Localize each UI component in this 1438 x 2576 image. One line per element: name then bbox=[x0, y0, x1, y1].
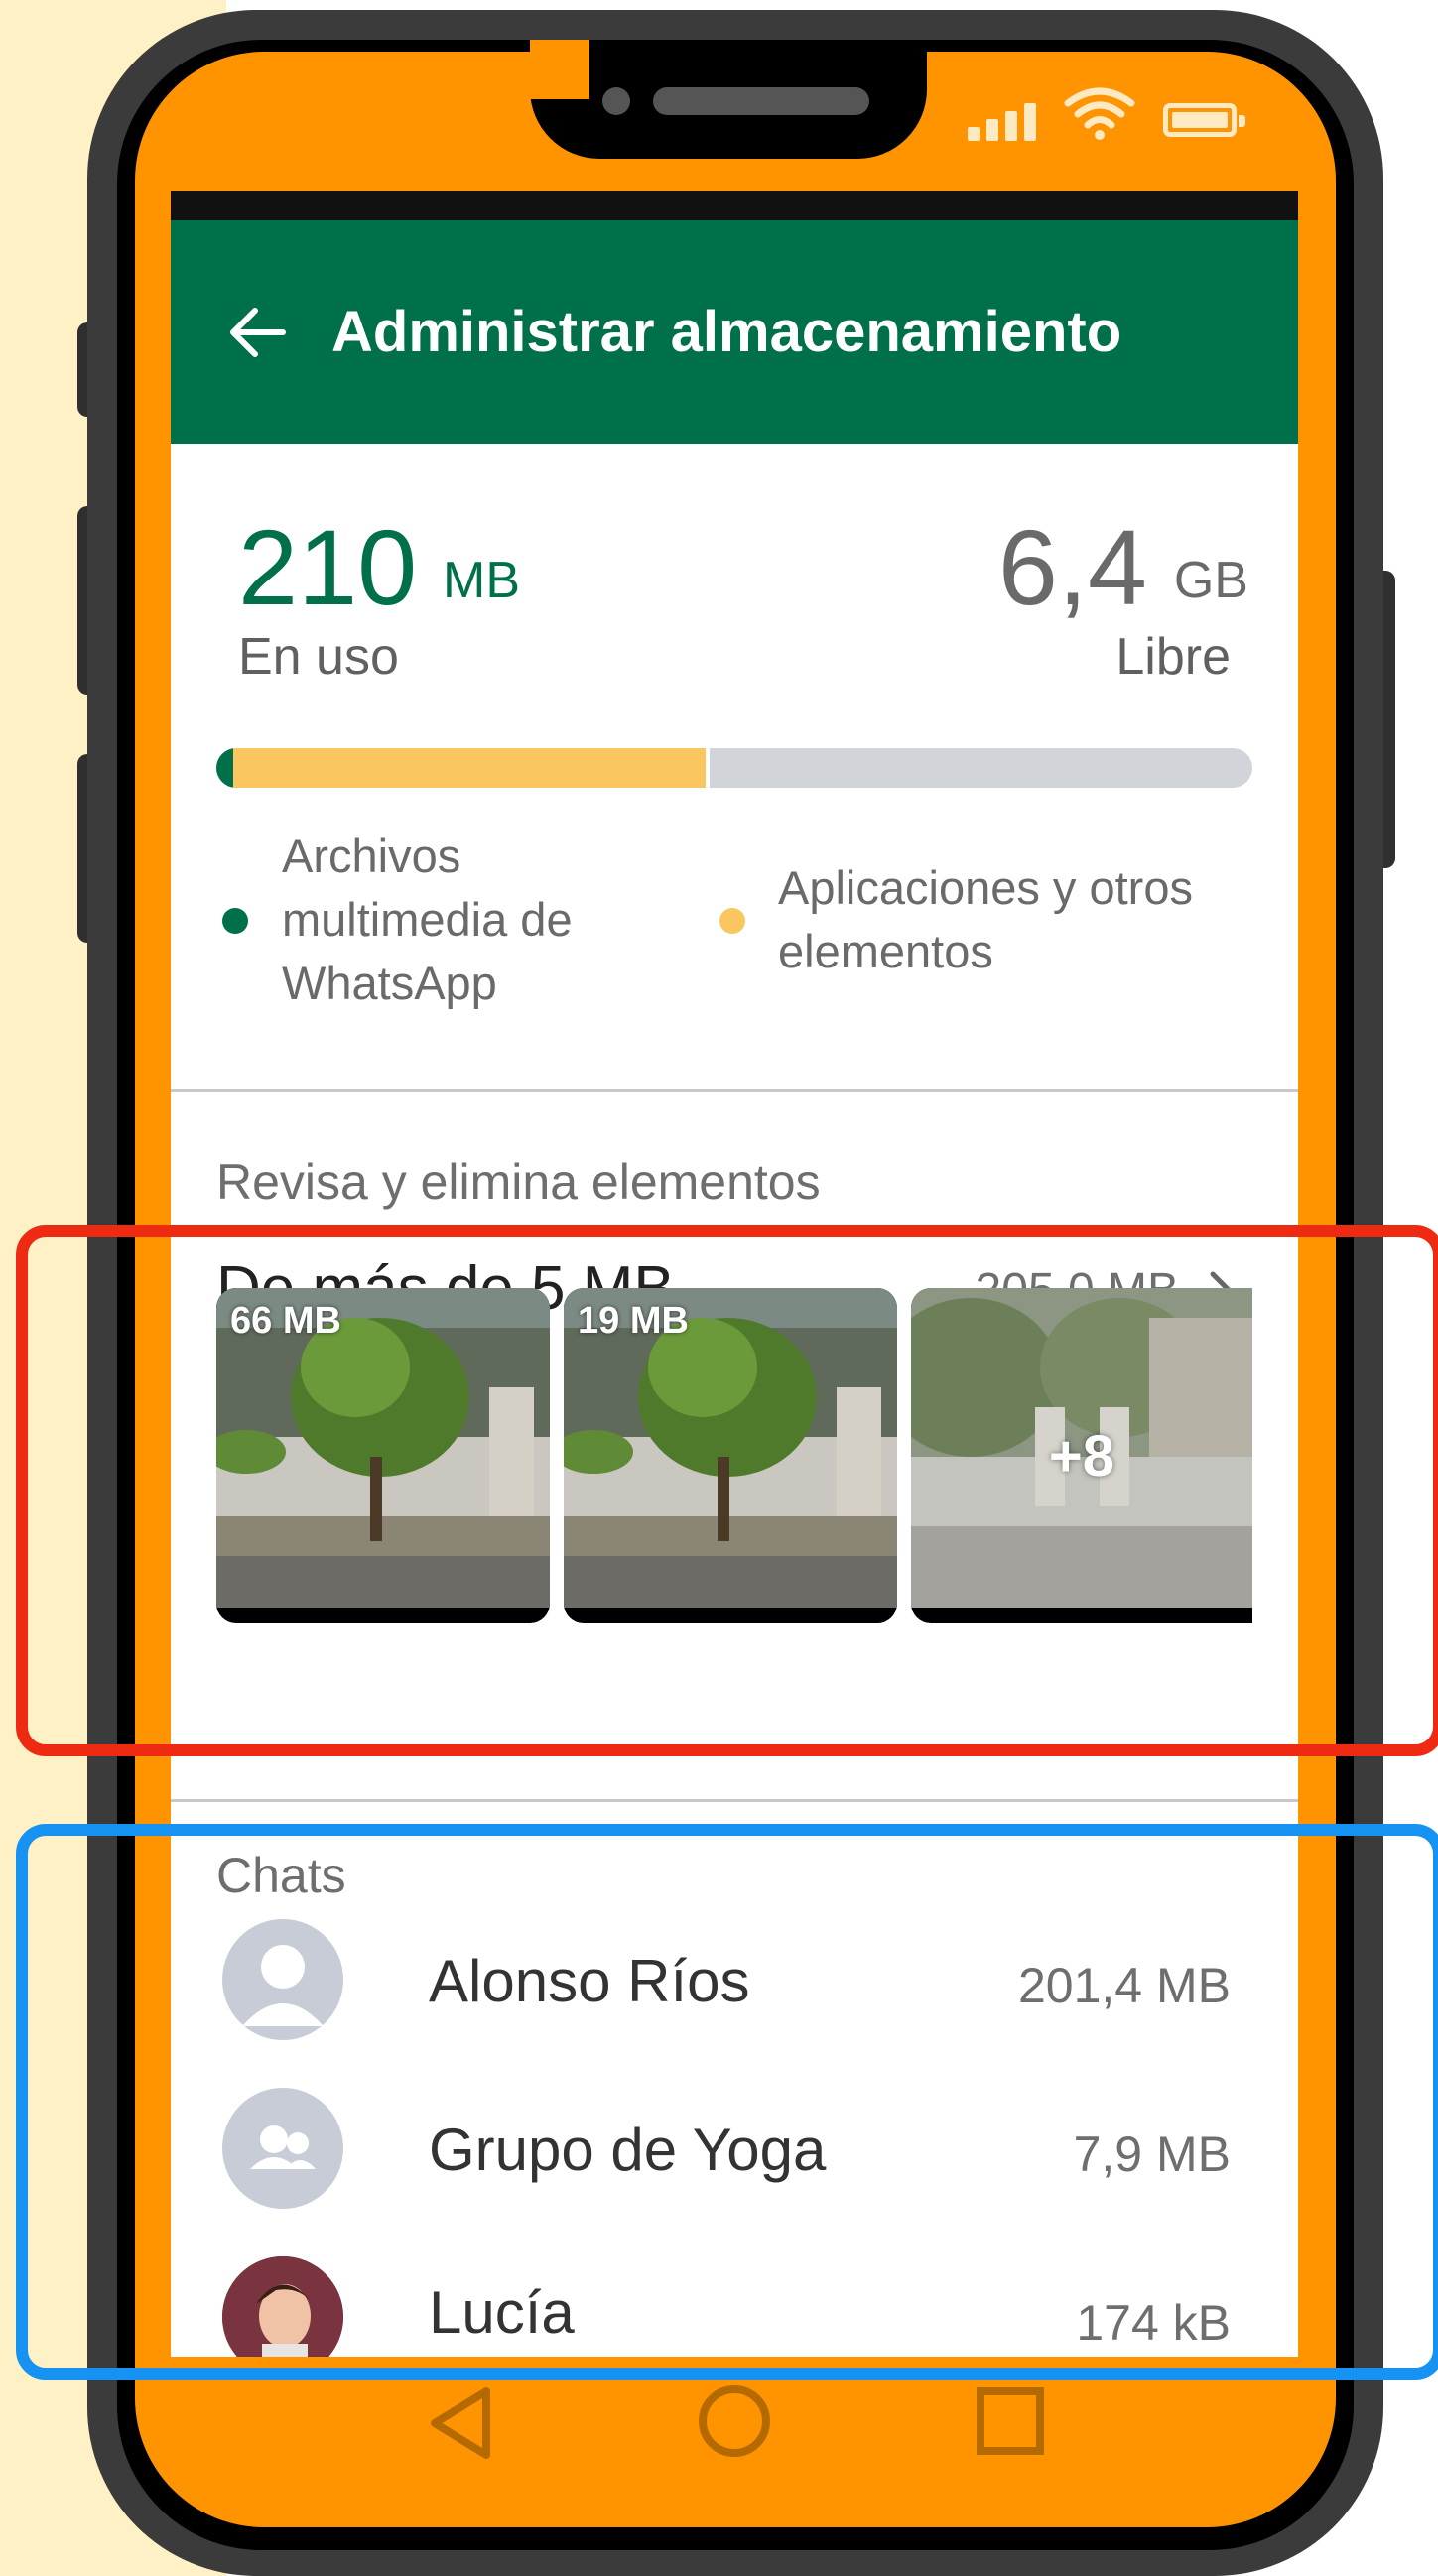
chat-name: Alonso Ríos bbox=[429, 1948, 750, 2014]
app-bar: Administrar almacenamiento bbox=[171, 220, 1298, 444]
section-label-chats: Chats bbox=[216, 1848, 346, 1903]
free-label: Libre bbox=[1115, 628, 1231, 686]
storage-bar bbox=[216, 748, 1252, 788]
chat-size: 7,9 MB bbox=[1073, 2126, 1231, 2182]
more-count: +8 bbox=[1048, 1423, 1115, 1488]
storage-bar-apps bbox=[232, 748, 710, 788]
storage-bar-whatsapp bbox=[216, 748, 233, 788]
wifi-icon bbox=[1064, 87, 1135, 140]
media-thumbnail[interactable]: 19 MB bbox=[564, 1288, 897, 1623]
legend-dot-whatsapp bbox=[222, 908, 248, 934]
person-icon bbox=[222, 1919, 343, 2040]
legend-whatsapp: Archivos multimedia de WhatsApp bbox=[282, 830, 573, 1009]
used-unit: MB bbox=[443, 552, 520, 609]
media-thumbnail[interactable]: 66 MB bbox=[216, 1288, 550, 1623]
status-bar bbox=[171, 191, 1298, 220]
camera-icon bbox=[602, 87, 630, 115]
speaker-grille bbox=[653, 87, 869, 115]
chat-name: Lucía bbox=[429, 2279, 575, 2346]
recents-square-icon[interactable] bbox=[975, 2385, 1046, 2457]
chat-name: Grupo de Yoga bbox=[429, 2117, 827, 2183]
legend-dot-apps bbox=[719, 908, 745, 934]
used-value: 210 bbox=[238, 507, 418, 627]
page-title: Administrar almacenamiento bbox=[331, 300, 1122, 364]
free-value: 6,4 bbox=[997, 507, 1147, 627]
chat-row[interactable]: Lucía 174 kB bbox=[171, 2256, 1298, 2357]
group-icon bbox=[222, 2088, 343, 2209]
chat-row[interactable]: Grupo de Yoga 7,9 MB bbox=[171, 2088, 1298, 2237]
status-icons bbox=[968, 85, 1245, 141]
navigation-bar bbox=[0, 2362, 1438, 2481]
app-screen: Administrar almacenamiento 210 MB En uso… bbox=[171, 191, 1298, 2357]
photo-avatar bbox=[222, 2256, 343, 2357]
thumbnail-size: 66 MB bbox=[230, 1300, 341, 1342]
free-unit: GB bbox=[1173, 552, 1248, 609]
signal-icon bbox=[968, 97, 1036, 141]
divider bbox=[171, 1799, 1298, 1802]
used-label: En uso bbox=[238, 628, 399, 686]
back-triangle-icon[interactable] bbox=[425, 2383, 494, 2463]
thumbnail-size: 19 MB bbox=[578, 1300, 689, 1342]
chat-size: 174 kB bbox=[1076, 2295, 1231, 2351]
media-thumbnail-more[interactable]: +8 bbox=[911, 1288, 1252, 1623]
chat-size: 201,4 MB bbox=[1017, 1958, 1231, 2013]
home-circle-icon[interactable] bbox=[697, 2383, 772, 2459]
battery-icon bbox=[1163, 103, 1245, 137]
section-label-review: Revisa y elimina elementos bbox=[216, 1154, 821, 1210]
review-section: Revisa y elimina elementos De más de 5 M… bbox=[171, 1092, 1298, 1799]
arrow-left-icon[interactable] bbox=[212, 288, 302, 377]
chat-row[interactable]: Alonso Ríos 201,4 MB bbox=[171, 1919, 1298, 2068]
legend-apps: Aplicaciones y otros elementos bbox=[778, 861, 1193, 977]
storage-usage: 210 MB En uso 6,4 GB Libre Archivos mult… bbox=[171, 444, 1298, 1089]
